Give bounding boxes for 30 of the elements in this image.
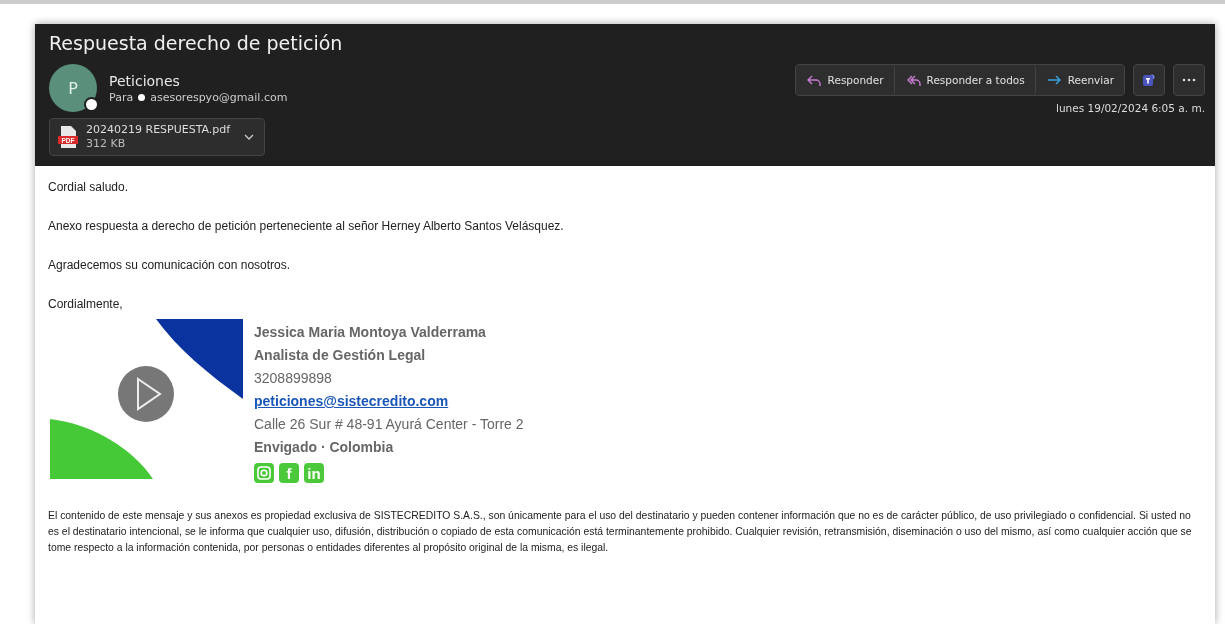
sender-avatar: P	[49, 64, 97, 112]
status-dot-icon	[138, 93, 146, 101]
camera-icon[interactable]	[254, 463, 274, 483]
signature-text: 3208899898	[254, 369, 333, 388]
reply-icon	[805, 73, 822, 87]
attachment-name: 20240219 RESPUESTA.pdf	[86, 123, 231, 137]
received-date: lunes 19/02/2024 6:05 a. m.	[1056, 102, 1205, 114]
to-label: Para	[109, 90, 134, 104]
disclaimer-text: El contenido de este mensaje y sus anexos es propiedad exclusiva de SISTECREDITO S.A.S., son únicamente para el uso del destinatario y pueden contener información que no es de carácter público, de uso privilegiado o confidencial. Si usted no es el destinatario intencional, se le informa que cualquier uso, difusión, distribución o copiado de esta comunicación está terminantemente prohibido. Cualquier revisión, retransmisión, diseminación o uso del mismo, así como cualquier acción que se tome respecto a la información contenida, por personas o entidades diferentes al propósito original de la misma, es ilegal.	[48, 509, 1193, 555]
reply-button[interactable]: Responder	[795, 65, 895, 95]
sender-name[interactable]: Peticiones	[109, 72, 288, 89]
body-paragraph: Anexo respuesta a derecho de petición perteneciente al señor Herney Alberto Santos Velásquez.	[48, 219, 565, 233]
presence-icon	[84, 97, 99, 112]
signoff-text: Cordialmente,	[48, 297, 124, 311]
forward-arrow-icon	[1045, 73, 1062, 87]
signature-text: Envigado · Colombia	[254, 438, 395, 457]
email-subject: Respuesta derecho de petición	[49, 32, 344, 54]
signature-text: Analista de Gestión Legal	[254, 346, 427, 365]
signature-text: Calle 26 Sur # 48-91 Ayurá Center - Torre 2	[254, 415, 524, 434]
chevron-down-icon[interactable]	[244, 134, 255, 140]
email-link[interactable]: peticiones@sistecredito.com	[254, 390, 524, 413]
body-paragraph: Cordial saludo.	[48, 180, 130, 194]
body-paragraph: Agradecemos su comunicación con nosotros.	[48, 258, 292, 272]
more-icon	[1181, 78, 1197, 82]
team-icon	[1141, 72, 1157, 88]
signature-text: Jessica Maria Montoya Valderrama	[254, 323, 487, 342]
teams-button[interactable]	[1133, 64, 1165, 96]
recipient-address[interactable]: asesorespyo@gmail.com	[150, 90, 288, 104]
attachment-size: 312 KB	[86, 137, 127, 151]
more-options-button[interactable]	[1173, 64, 1205, 96]
